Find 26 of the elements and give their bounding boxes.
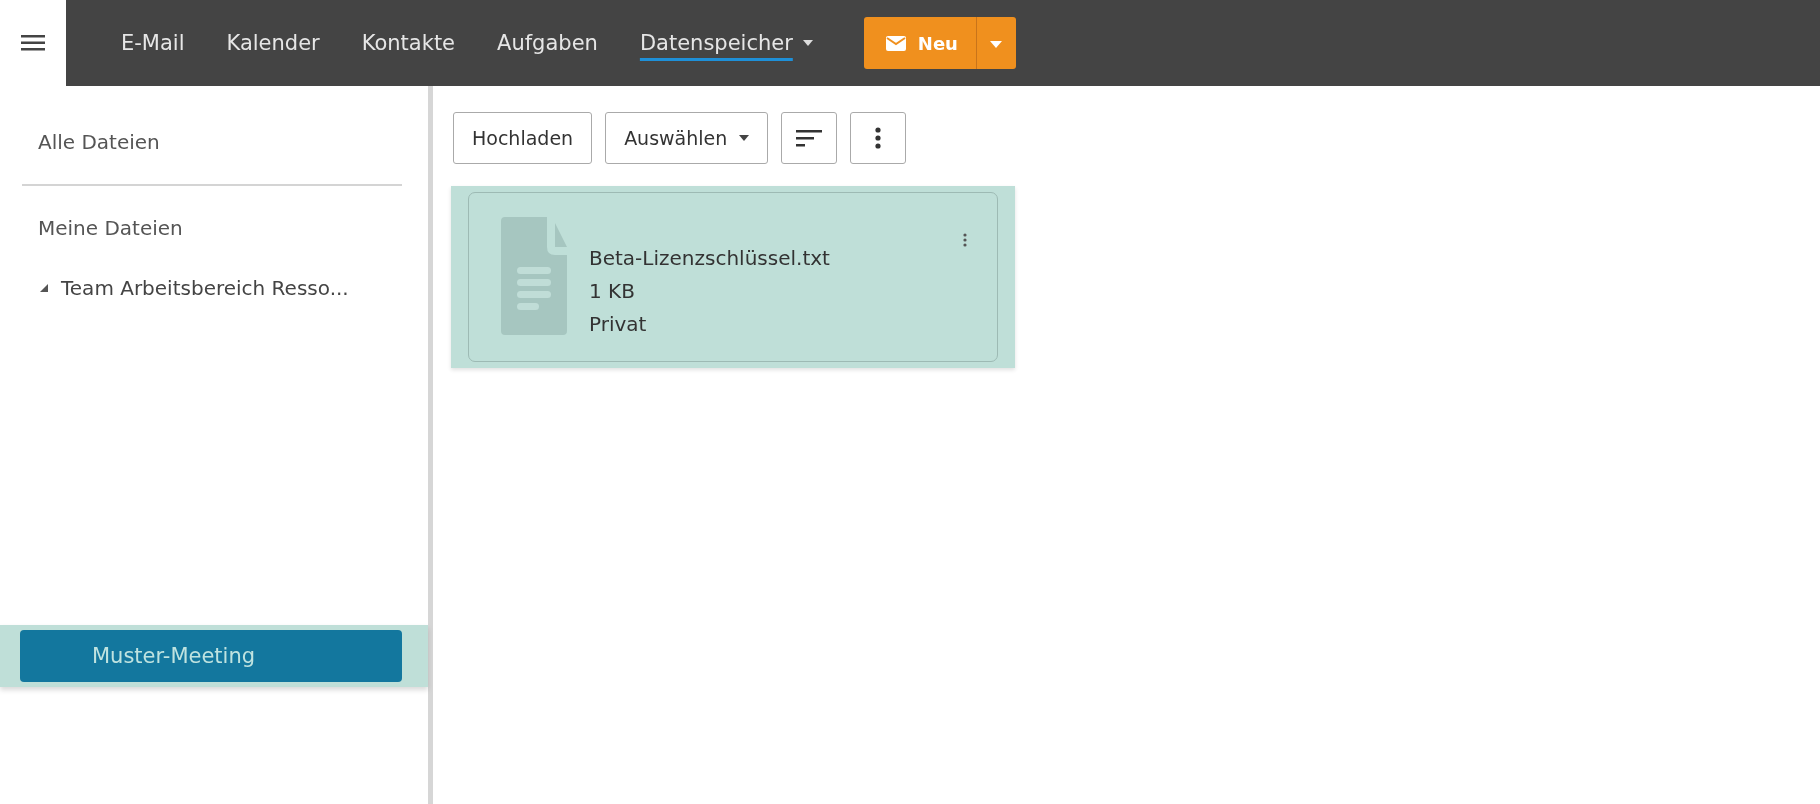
sidebar-item[interactable]: Meine Dateien	[0, 208, 428, 248]
caret-icon	[990, 40, 1003, 48]
nav-tab[interactable]: Datenspeicher	[618, 18, 834, 68]
upload-button[interactable]: Hochladen	[453, 112, 593, 164]
file-visibility: Privat	[589, 310, 648, 338]
select-button[interactable]: Auswählen	[605, 112, 769, 164]
menu-button[interactable]	[0, 0, 66, 86]
sort-icon	[796, 129, 823, 147]
file-card[interactable]: Beta-Lizenzschlüssel.txt 1 KB Privat	[468, 192, 998, 362]
folder-item[interactable]: Team Arbeitsbereich Resso...	[0, 268, 428, 308]
file-size: 1 KB	[589, 277, 636, 305]
sidebar-item[interactable]: Alle Dateien	[0, 122, 428, 162]
nav-tab[interactable]: E-Mail	[100, 18, 206, 68]
nav-tab[interactable]: Aufgaben	[476, 18, 619, 68]
sort-button[interactable]	[781, 112, 838, 164]
dragged-item[interactable]: Muster-Meeting	[20, 630, 402, 682]
envelope-icon	[885, 35, 906, 51]
more-button[interactable]	[850, 112, 907, 164]
nav-tab[interactable]: Kontakte	[340, 18, 477, 68]
caret-icon	[739, 135, 750, 141]
more-icon[interactable]	[963, 233, 967, 247]
document-icon	[501, 217, 567, 335]
menu-icon	[21, 34, 45, 52]
more-icon	[875, 127, 882, 149]
file-name: Beta-Lizenzschlüssel.txt	[589, 244, 830, 272]
nav-tab[interactable]: Kalender	[205, 18, 341, 68]
